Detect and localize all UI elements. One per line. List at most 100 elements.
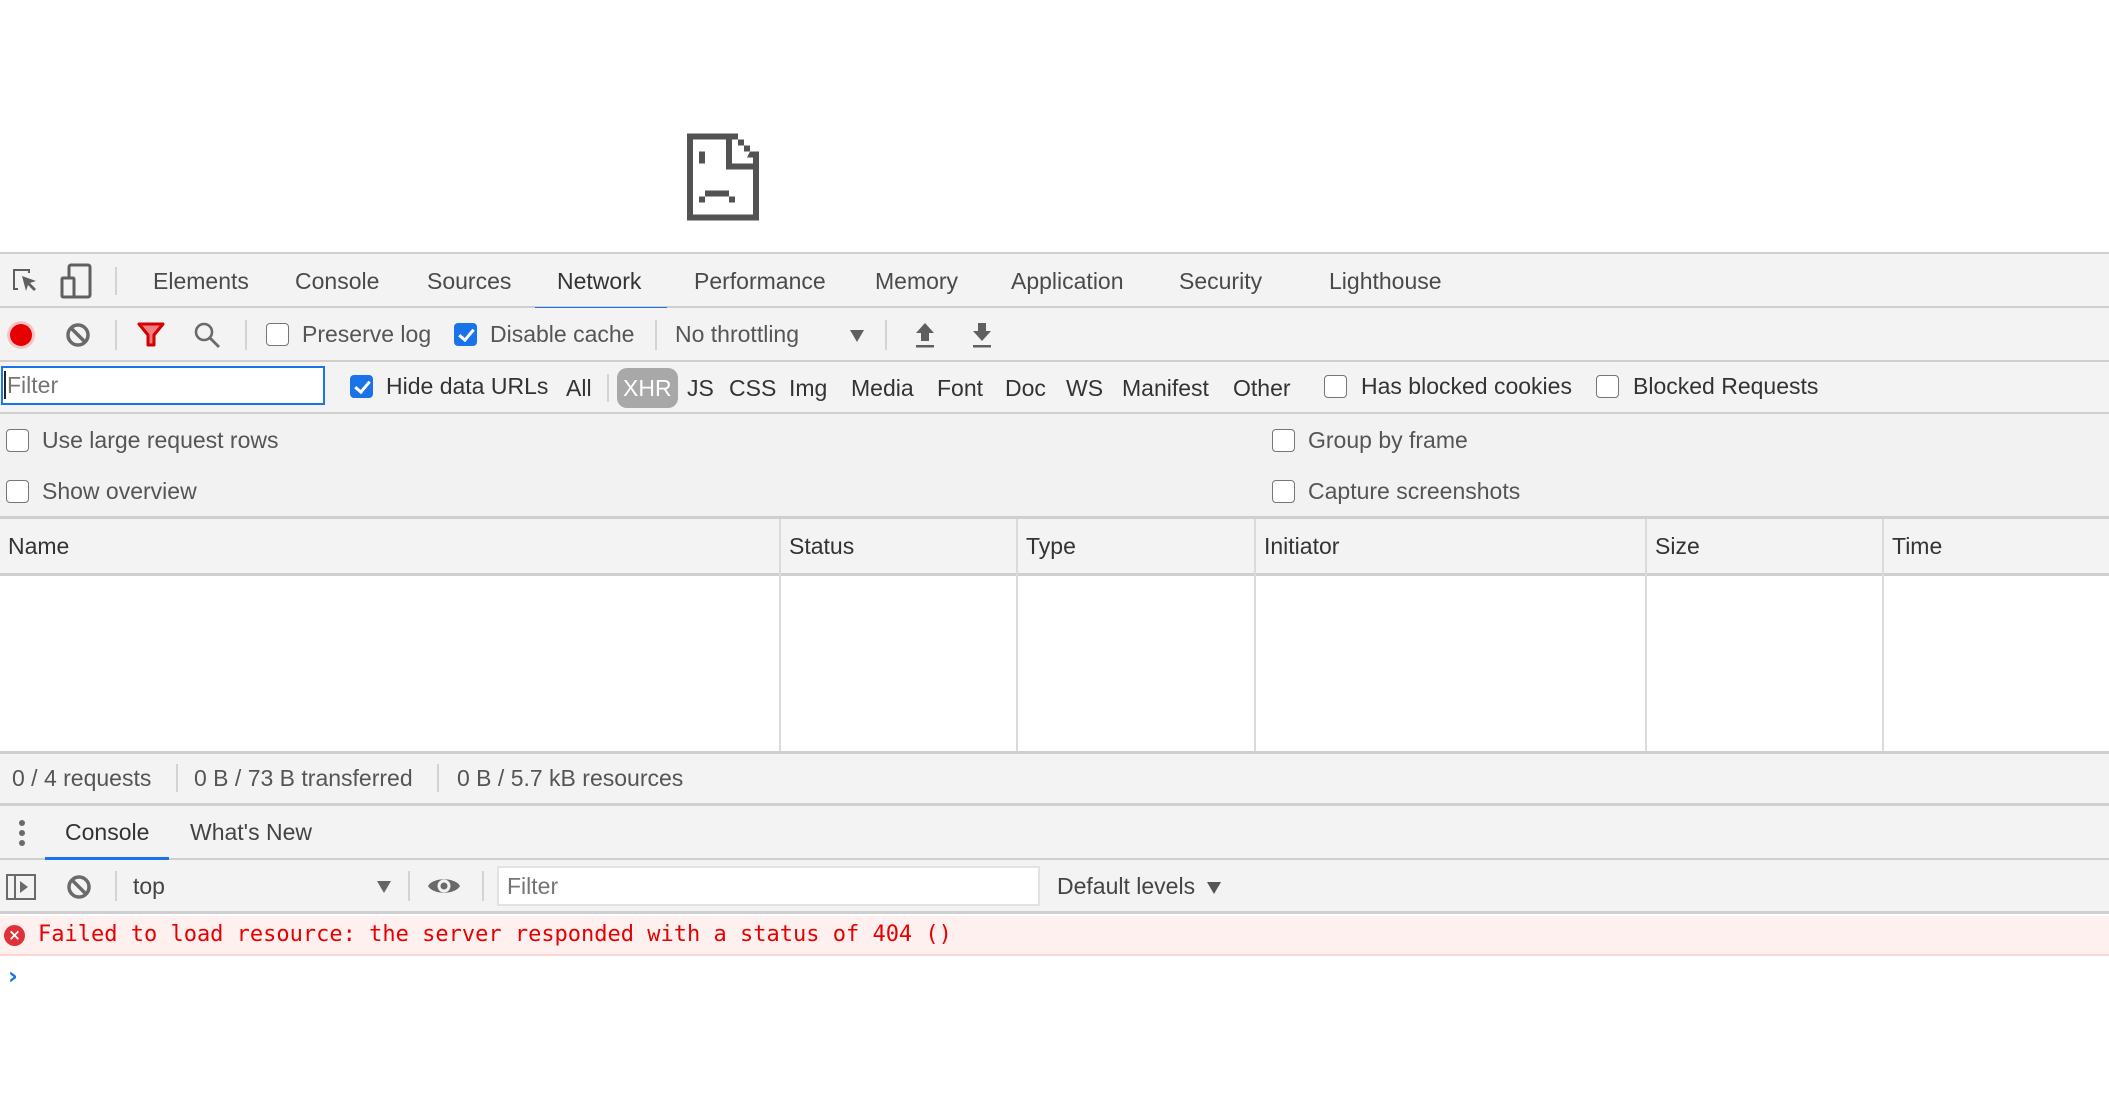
page-viewport [0,0,2109,253]
network-toolbar: Preserve log Disable cache No throttling [0,308,2109,362]
console-toolbar: top Default levels [0,860,2109,914]
error-icon: × [4,925,25,946]
requests-count: 0 / 4 requests [12,765,152,791]
blocked-requests-label: Blocked Requests [1633,373,1819,399]
upload-icon[interactable] [912,320,938,350]
chevron-down-icon[interactable] [377,881,391,893]
hide-data-urls-label: Hide data URLs [386,373,549,399]
resources-size: 0 B / 5.7 kB resources [457,765,684,791]
column-header-type[interactable]: Type [1018,519,1076,573]
devtools-tab-bar: Elements Console Sources Network Perform… [0,252,2109,310]
devtools-panel: Elements Console Sources Network Perform… [0,252,2109,1113]
tab-performance[interactable]: Performance [692,254,828,308]
download-icon[interactable] [969,320,995,350]
has-blocked-cookies-checkbox[interactable] [1324,375,1347,398]
group-by-frame-checkbox[interactable] [1272,429,1295,452]
separator [607,374,609,402]
type-filter-other[interactable]: Other [1227,368,1297,408]
network-settings-pane: Use large request rows Show overview Gro… [0,414,2109,519]
tab-elements[interactable]: Elements [151,254,251,308]
column-header-initiator[interactable]: Initiator [1256,519,1339,573]
network-filter-input[interactable] [1,366,325,405]
tab-lighthouse[interactable]: Lighthouse [1327,254,1444,308]
disable-cache-label: Disable cache [490,321,635,347]
disable-cache-checkbox[interactable] [454,323,477,346]
table-header: Name Status Type Initiator Size Time [0,519,2109,576]
record-icon[interactable] [6,320,36,350]
show-overview-checkbox[interactable] [6,480,29,503]
column-header-name[interactable]: Name [0,519,69,573]
preserve-log-label: Preserve log [302,321,432,347]
group-by-frame-label: Group by frame [1308,427,1468,453]
tab-security[interactable]: Security [1177,254,1264,308]
tab-network[interactable]: Network [534,254,668,310]
filter-icon[interactable] [136,322,166,348]
text-caret [4,371,6,399]
show-overview-label: Show overview [42,478,197,504]
use-large-rows-label: Use large request rows [42,427,279,453]
drawer-tab-console[interactable]: Console [44,806,170,860]
throttling-select[interactable]: No throttling [675,321,799,348]
drawer-tab-whats-new[interactable]: What's New [190,806,312,858]
drawer-tab-bar: Console What's New [0,806,2109,860]
column-divider[interactable] [1016,519,1018,751]
type-filter-doc[interactable]: Doc [999,368,1052,408]
type-filter-media[interactable]: Media [845,368,920,408]
separator [115,320,117,350]
type-filter-font[interactable]: Font [931,368,989,408]
separator [655,320,657,350]
eye-icon[interactable] [427,873,461,899]
separator [245,320,247,350]
column-header-time[interactable]: Time [1884,519,1942,573]
column-divider[interactable] [1254,519,1256,751]
column-divider[interactable] [1645,519,1647,751]
search-icon[interactable] [192,320,222,350]
tab-memory[interactable]: Memory [873,254,960,308]
device-toolbar-icon[interactable] [58,262,94,300]
sad-page-icon [687,133,759,221]
show-sidebar-icon[interactable] [6,874,36,900]
chevron-down-icon[interactable] [850,330,864,342]
type-filter-all[interactable]: All [560,368,598,408]
hide-data-urls-checkbox[interactable] [350,375,373,398]
console-filter-input[interactable] [497,866,1040,906]
column-header-size[interactable]: Size [1647,519,1700,573]
context-selector[interactable]: top [133,860,393,912]
separator [437,764,439,792]
console-message-text: Failed to load resource: the server resp… [38,922,952,947]
column-header-status[interactable]: Status [781,519,854,573]
tab-application[interactable]: Application [1009,254,1126,308]
type-filter-img[interactable]: Img [783,368,833,408]
preserve-log-checkbox[interactable] [266,323,289,346]
log-levels-dropdown[interactable]: Default levels [1057,860,1222,912]
separator [115,871,117,901]
console-message-error: × Failed to load resource: the server re… [0,916,2109,956]
clear-icon[interactable] [64,321,92,349]
capture-screenshots-checkbox[interactable] [1272,480,1295,503]
type-filter-manifest[interactable]: Manifest [1116,368,1215,408]
separator [115,267,117,295]
capture-screenshots-label: Capture screenshots [1308,478,1521,504]
type-filter-css[interactable]: CSS [723,368,782,408]
column-divider[interactable] [1882,519,1884,751]
console-prompt[interactable]: › [8,962,18,990]
requests-table: Name Status Type Initiator Size Time [0,519,2109,751]
more-vertical-icon[interactable] [14,818,30,848]
column-divider[interactable] [779,519,781,751]
separator [482,871,484,901]
type-filter-ws[interactable]: WS [1060,368,1109,408]
transferred-size: 0 B / 73 B transferred [194,765,413,791]
type-filter-xhr[interactable]: XHR [617,368,678,408]
network-filter-bar: Hide data URLs All XHR JS CSS Img Media … [0,362,2109,414]
blocked-requests-checkbox[interactable] [1596,375,1619,398]
use-large-rows-checkbox[interactable] [6,429,29,452]
tab-sources[interactable]: Sources [425,254,513,308]
type-filter-js[interactable]: JS [681,368,720,408]
separator [176,764,178,792]
clear-console-icon[interactable] [65,873,93,901]
tab-console[interactable]: Console [293,254,381,308]
log-levels-label: Default levels [1057,873,1196,899]
has-blocked-cookies-label: Has blocked cookies [1361,373,1572,399]
inspect-element-icon[interactable] [8,263,42,297]
network-status-bar: 0 / 4 requests 0 B / 73 B transferred 0 … [0,751,2109,806]
